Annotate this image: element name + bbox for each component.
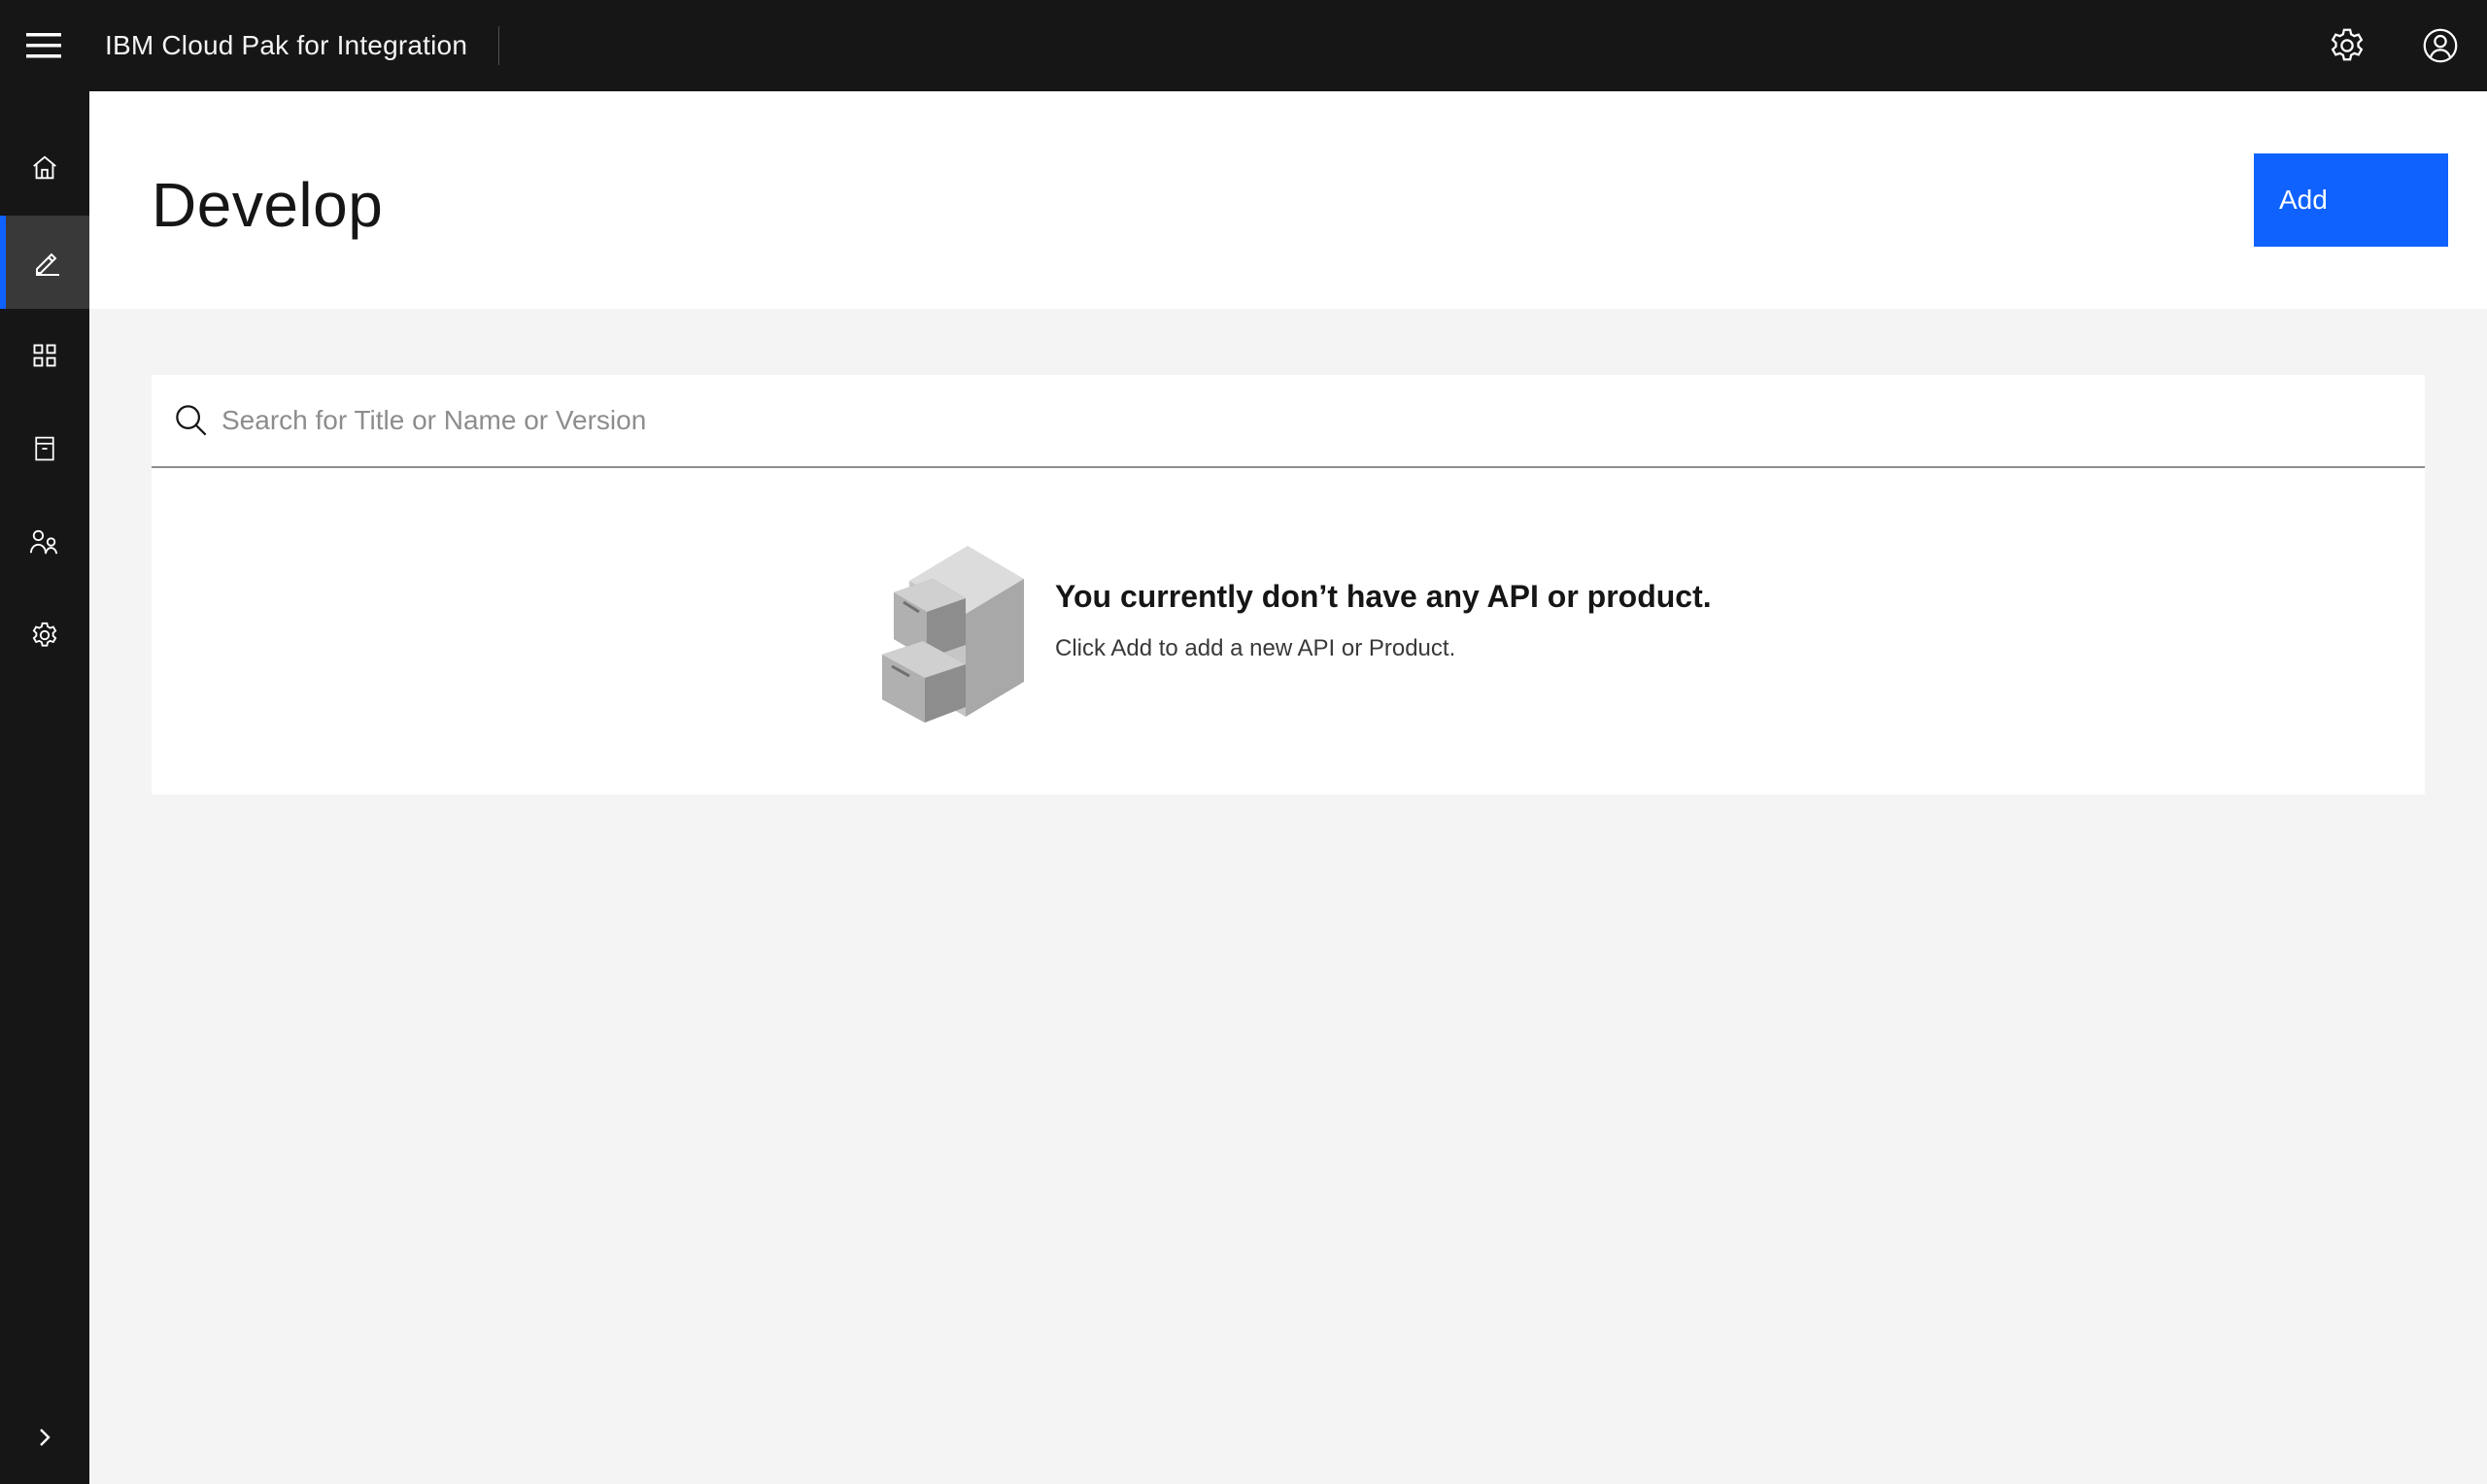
top-header: IBM Cloud Pak for Integration xyxy=(0,0,2487,91)
page-title: Develop xyxy=(152,170,384,240)
sidebar-item-home[interactable] xyxy=(0,120,89,214)
settings-button[interactable] xyxy=(2300,0,2394,91)
sidebar-item-members[interactable] xyxy=(0,495,89,589)
sidebar-item-develop[interactable] xyxy=(0,216,89,309)
chevron-right-icon xyxy=(40,1429,51,1446)
hamburger-menu-icon[interactable] xyxy=(0,0,87,91)
empty-state-panel: You currently don’t have any API or prod… xyxy=(152,468,2425,794)
sidebar-item-archive[interactable] xyxy=(0,402,89,495)
empty-state-subtitle: Click Add to add a new API or Product. xyxy=(1055,635,1456,661)
home-icon xyxy=(33,155,56,180)
search-icon xyxy=(152,403,221,438)
user-avatar-icon xyxy=(2423,28,2458,63)
header-actions xyxy=(2300,0,2487,91)
sidebar-item-settings[interactable] xyxy=(0,589,89,682)
pencil-icon xyxy=(36,253,59,276)
search-bar xyxy=(152,375,2425,468)
gear-icon xyxy=(32,622,57,647)
sidebar-item-catalog[interactable] xyxy=(0,309,89,402)
file-cabinet-illustration xyxy=(882,546,1024,723)
expand-rail-button[interactable] xyxy=(0,1391,89,1484)
user-group-icon xyxy=(30,529,58,555)
archive-icon xyxy=(35,436,54,461)
side-navigation xyxy=(0,91,89,1484)
gear-icon xyxy=(2331,28,2364,61)
search-input[interactable] xyxy=(221,376,2425,465)
empty-state-title: You currently don’t have any API or prod… xyxy=(1055,579,1712,614)
add-button[interactable]: Add xyxy=(2254,153,2448,247)
app-title[interactable]: IBM Cloud Pak for Integration xyxy=(87,26,500,65)
grid-icon xyxy=(33,344,56,367)
page-header: Develop Add xyxy=(89,91,2487,309)
user-profile-button[interactable] xyxy=(2394,0,2487,91)
